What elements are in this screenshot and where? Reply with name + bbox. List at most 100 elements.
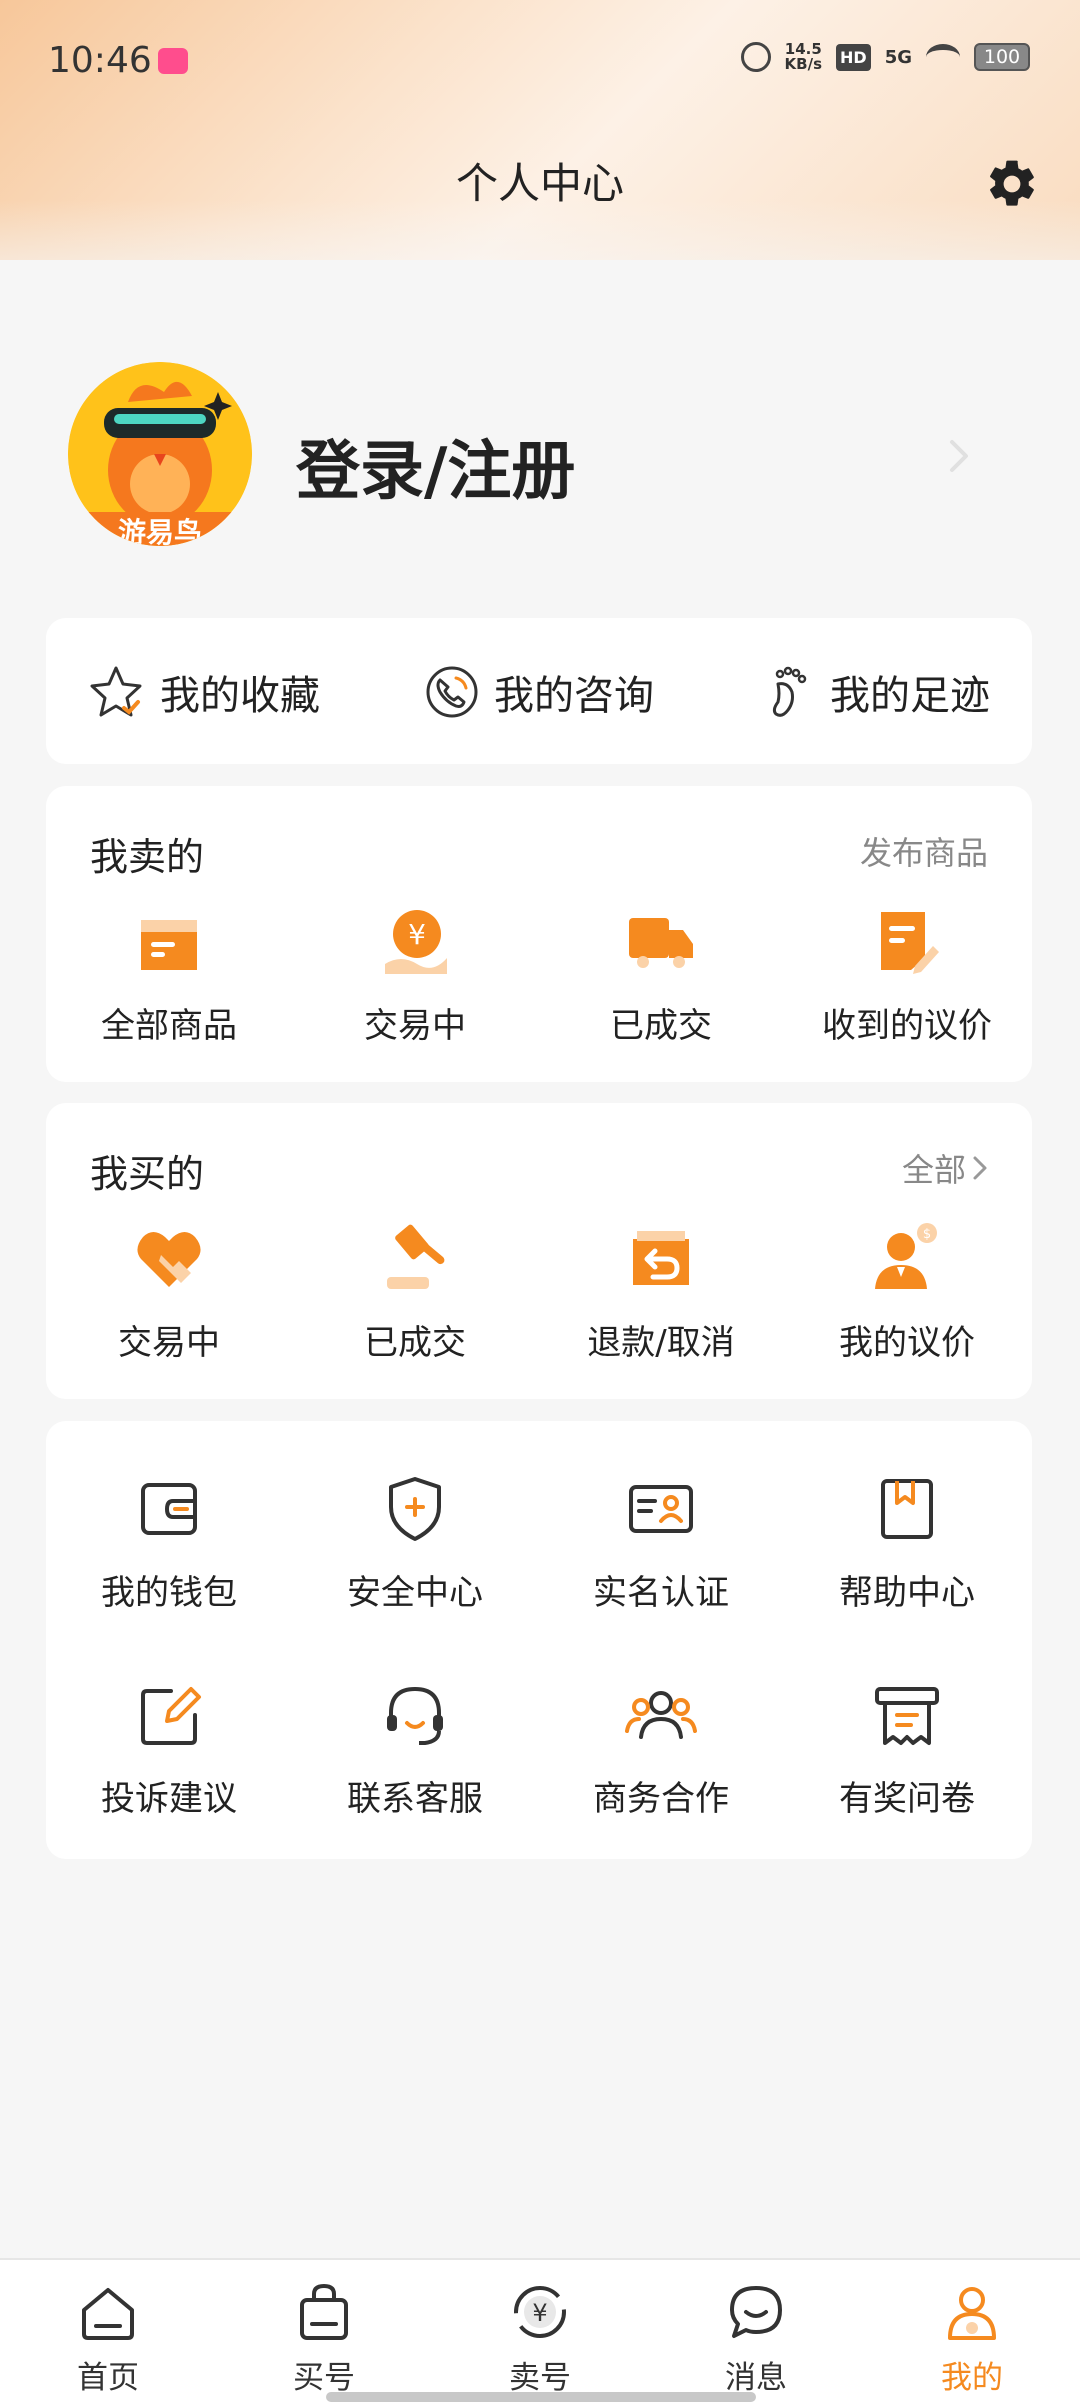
avatar[interactable]: 游易鸟 [68, 362, 252, 546]
buying-card: 我买的 全部 交易中 已成交 退款/取消 $ 我的议价 [46, 1103, 1032, 1399]
nav-label: 卖号 [509, 2360, 571, 2396]
svg-text:¥: ¥ [408, 918, 426, 951]
buying-all-link[interactable]: 全部 [902, 1145, 988, 1191]
buying-refund-cancel[interactable]: 退款/取消 [538, 1221, 784, 1364]
service-customer-support[interactable]: 联系客服 [292, 1677, 538, 1820]
net-speed: 14.5 KB/s [785, 42, 822, 72]
nav-label: 我的 [941, 2360, 1003, 2396]
hd-badge: HD [836, 43, 871, 71]
grid-item-label: 联系客服 [347, 1779, 483, 1819]
bird-logo-icon: 游易鸟 [68, 362, 252, 546]
star-icon [90, 666, 142, 717]
nav-label: 首页 [77, 2360, 139, 2396]
svg-text:$: $ [923, 1227, 931, 1242]
chevron-right-icon[interactable] [944, 436, 974, 476]
svg-text:¥: ¥ [532, 2299, 547, 2327]
service-wallet[interactable]: 我的钱包 [46, 1471, 292, 1614]
quick-link-label: 我的足迹 [830, 673, 990, 719]
footprint-icon [772, 666, 807, 717]
status-icons: 14.5 KB/s HD 5G 100 [740, 42, 1030, 72]
quick-link-label: 我的收藏 [160, 673, 320, 719]
selling-card: 我卖的 发布商品 全部商品 ¥ 交易中 已成交 收到的议价 [46, 786, 1032, 1082]
truck-icon [629, 918, 693, 968]
notification-app-icon [158, 48, 188, 74]
nav-sell[interactable]: ¥ 卖号 [432, 2280, 648, 2397]
edit-icon [141, 1687, 201, 1745]
grid-item-label: 交易中 [118, 1323, 220, 1363]
nav-label: 买号 [293, 2360, 355, 2396]
selling-all-products[interactable]: 全部商品 [46, 904, 292, 1047]
quick-link-footprints[interactable]: 我的足迹 [756, 662, 990, 722]
wifi-icon [926, 44, 960, 70]
grid-item-label: 已成交 [364, 1323, 466, 1363]
page-title: 个人中心 [455, 159, 624, 208]
buying-in-trade[interactable]: 交易中 [46, 1221, 292, 1364]
net-speed-unit: KB/s [784, 55, 823, 73]
handshake-icon [137, 1232, 201, 1287]
headset-icon [387, 1686, 443, 1745]
quick-links-card: 我的收藏 我的咨询 我的足迹 [46, 618, 1032, 764]
service-real-name[interactable]: 实名认证 [538, 1471, 784, 1614]
quick-link-consult[interactable]: 我的咨询 [420, 662, 654, 722]
service-survey[interactable]: 有奖问卷 [784, 1677, 1030, 1820]
selling-completed[interactable]: 已成交 [538, 904, 784, 1047]
alarm-icon [740, 42, 771, 72]
grid-item-label: 退款/取消 [587, 1323, 735, 1363]
coin-hand-icon: ¥ [385, 910, 447, 974]
survey-icon [875, 1687, 939, 1745]
home-indicator[interactable] [326, 2392, 756, 2402]
bookmark-book-icon [881, 1479, 933, 1539]
selling-in-trade[interactable]: ¥ 交易中 [292, 904, 538, 1047]
chevron-right-icon [973, 1156, 987, 1180]
quick-link-favorites[interactable]: 我的收藏 [86, 662, 320, 722]
grid-item-label: 我的议价 [839, 1323, 975, 1363]
service-help-center[interactable]: 帮助中心 [784, 1471, 1030, 1614]
header-background-fade [0, 200, 1080, 320]
selling-section-title: 我卖的 [90, 835, 205, 879]
buying-completed[interactable]: 已成交 [292, 1221, 538, 1364]
grid-item-label: 有奖问卷 [839, 1779, 975, 1819]
grid-item-label: 收到的议价 [822, 1006, 992, 1046]
note-pen-icon [881, 912, 939, 974]
selling-received-offers[interactable]: 收到的议价 [784, 904, 1030, 1047]
grid-item-label: 交易中 [364, 1006, 466, 1046]
grid-item-label: 安全中心 [347, 1573, 483, 1613]
gear-icon[interactable] [984, 156, 1040, 212]
buying-my-offers[interactable]: $ 我的议价 [784, 1221, 1030, 1364]
phone-icon [426, 666, 478, 718]
shield-icon [389, 1477, 441, 1541]
publish-product-link[interactable]: 发布商品 [860, 828, 988, 874]
status-bar: 10:46 14.5 KB/s HD 5G 100 [0, 0, 1080, 120]
yen-exchange-icon: ¥ [514, 2286, 566, 2338]
services-card: 我的钱包 安全中心 实名认证 帮助中心 投诉建议 联系客服 商务合作 有奖问卷 [46, 1421, 1032, 1859]
grid-item-label: 我的钱包 [101, 1573, 237, 1613]
buying-section-title: 我买的 [90, 1152, 205, 1196]
nav-messages[interactable]: 消息 [648, 2280, 864, 2397]
grid-item-label: 帮助中心 [839, 1573, 975, 1613]
users-icon [625, 1691, 697, 1739]
wallet-icon [141, 1483, 197, 1535]
battery-indicator: 100 [974, 43, 1030, 71]
grid-item-label: 商务合作 [593, 1779, 729, 1819]
status-time: 10:46 [48, 40, 152, 81]
refund-box-icon [633, 1231, 689, 1285]
bottom-nav: 首页 买号 ¥ 卖号 消息 我的 [0, 2258, 1080, 2408]
box-icon [141, 920, 197, 970]
login-register-link[interactable]: 登录/注册 [296, 420, 575, 512]
buying-all-label: 全部 [901, 1151, 966, 1189]
service-security[interactable]: 安全中心 [292, 1471, 538, 1614]
grid-item-label: 实名认证 [593, 1573, 729, 1613]
nav-buy[interactable]: 买号 [216, 2280, 432, 2397]
chat-icon [730, 2286, 782, 2338]
bag-icon [300, 2283, 348, 2340]
gavel-icon [387, 1224, 445, 1289]
nav-label: 消息 [725, 2360, 787, 2396]
id-card-icon [629, 1485, 693, 1533]
service-business[interactable]: 商务合作 [538, 1677, 784, 1820]
nav-home[interactable]: 首页 [0, 2280, 216, 2397]
service-feedback[interactable]: 投诉建议 [46, 1677, 292, 1820]
home-icon [82, 2288, 134, 2340]
quick-link-label: 我的咨询 [494, 673, 654, 719]
nav-mine[interactable]: 我的 [864, 2280, 1080, 2397]
person-icon [948, 2287, 996, 2340]
